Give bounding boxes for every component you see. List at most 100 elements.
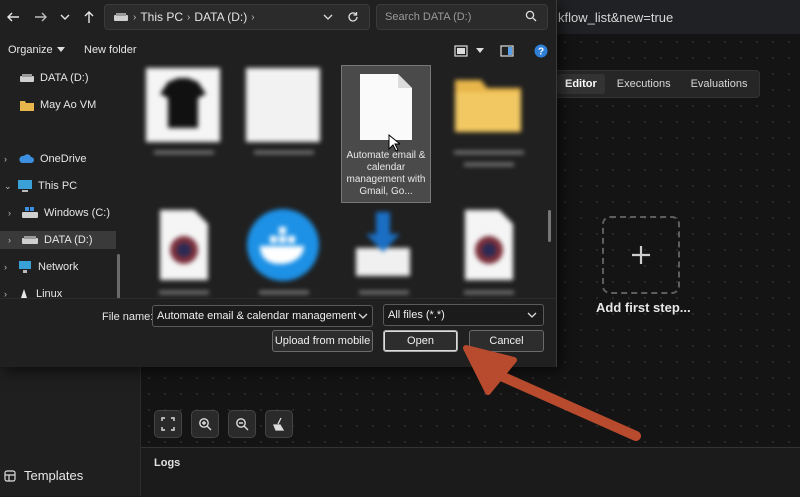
- network-icon: [19, 261, 31, 273]
- nav-item-windows-c[interactable]: › Windows (C:): [8, 204, 110, 222]
- file-name-input[interactable]: [153, 309, 359, 323]
- organize-menu[interactable]: Organize: [8, 44, 65, 56]
- sidebar-item-templates[interactable]: Templates: [0, 468, 83, 483]
- chevron-down-icon[interactable]: ⌄: [4, 181, 12, 192]
- nav-item-linux[interactable]: › Linux: [4, 285, 62, 298]
- templates-icon: [4, 469, 16, 482]
- help-icon[interactable]: ?: [534, 44, 548, 58]
- nav-scrollbar[interactable]: [117, 254, 120, 298]
- chevron-right-icon[interactable]: ›: [8, 208, 16, 218]
- workflow-tabs: Editor Executions Evaluations: [552, 70, 761, 98]
- logs-panel[interactable]: [141, 447, 800, 497]
- refresh-icon[interactable]: [347, 11, 359, 23]
- up-button[interactable]: [78, 6, 100, 28]
- installer-icon: [356, 212, 410, 276]
- file-label-blurred: ▬▬▬▬▬▬▬ ▬▬▬▬▬: [454, 146, 524, 169]
- nav-item-label: OneDrive: [40, 153, 87, 165]
- tab-executions[interactable]: Executions: [609, 74, 679, 94]
- fit-view-button[interactable]: [154, 410, 182, 438]
- nav-item-label: DATA (D:): [40, 72, 89, 84]
- chevron-down-icon[interactable]: [358, 311, 368, 321]
- nav-item-may-ao-vm[interactable]: May Ao VM: [20, 96, 96, 114]
- file-grid-scrollbar[interactable]: [548, 210, 551, 242]
- nav-item-label: Windows (C:): [44, 207, 111, 219]
- chevron-down-icon: [527, 312, 537, 318]
- search-input[interactable]: [383, 8, 521, 26]
- back-button[interactable]: [2, 6, 24, 28]
- file-name-label: File name:: [102, 311, 154, 323]
- selected-file-label: Automate email & calendar management wit…: [346, 150, 426, 197]
- computer-icon: [18, 180, 32, 192]
- caret-down-icon[interactable]: [476, 48, 484, 54]
- file-name-field[interactable]: [152, 305, 373, 327]
- nav-item-network[interactable]: › Network: [4, 258, 78, 276]
- nav-item-this-pc[interactable]: ⌄ This PC: [4, 177, 77, 195]
- new-folder-button[interactable]: New folder: [84, 44, 137, 56]
- nav-item-label: Linux: [36, 288, 63, 298]
- selected-file-tile[interactable]: Automate email & calendar management wit…: [341, 65, 431, 203]
- tab-editor[interactable]: Editor: [557, 74, 605, 94]
- breadcrumb-data-drive[interactable]: DATA (D:): [194, 10, 247, 24]
- file-label-blurred: ▬▬▬▬▬▬: [154, 146, 214, 157]
- recent-locations-button[interactable]: [54, 6, 76, 28]
- video-file-icon: [465, 210, 513, 280]
- nav-item-data-d[interactable]: › DATA (D:): [0, 231, 116, 249]
- linux-icon: [21, 289, 27, 298]
- cancel-button[interactable]: Cancel: [469, 330, 544, 352]
- file-label-blurred: ▬▬▬▬▬: [359, 286, 409, 297]
- file-label-blurred: ▬▬▬▬▬▬: [254, 146, 314, 157]
- zoom-out-button[interactable]: [228, 410, 256, 438]
- docker-icon: [247, 209, 319, 281]
- file-label-blurred: ▬▬▬▬▬: [259, 286, 309, 297]
- templates-label: Templates: [24, 468, 84, 483]
- browser-url-text[interactable]: kflow_list&new=true: [558, 10, 673, 25]
- svg-text:?: ?: [538, 47, 544, 58]
- forward-button[interactable]: [30, 6, 52, 28]
- breadcrumb-separator-icon: ›: [187, 11, 191, 23]
- nav-item-data-quick[interactable]: DATA (D:): [20, 69, 88, 87]
- nav-item-label: May Ao VM: [40, 99, 97, 111]
- caret-down-icon: [56, 47, 65, 52]
- document-icon: [360, 74, 412, 140]
- add-first-step-label: Add first step...: [596, 300, 691, 315]
- dialog-nav-bar: › This PC › DATA (D:) ›: [0, 0, 556, 34]
- arrow-right-icon: [35, 12, 47, 22]
- tshirt-thumbnail: [146, 68, 220, 142]
- search-icon: [525, 10, 537, 22]
- nav-item-label: Network: [38, 261, 79, 273]
- file-type-select[interactable]: All files (*.*): [383, 304, 544, 326]
- tidy-up-button[interactable]: [265, 410, 293, 438]
- nav-item-label: DATA (D:): [44, 234, 93, 246]
- search-field[interactable]: [376, 4, 548, 30]
- logs-label: Logs: [154, 457, 181, 469]
- broom-icon: [273, 417, 285, 431]
- canvas-toolbar: [154, 410, 293, 438]
- open-button[interactable]: Open: [383, 330, 458, 352]
- chevron-right-icon[interactable]: ›: [4, 289, 12, 298]
- chevron-right-icon[interactable]: ›: [4, 262, 12, 272]
- chevron-right-icon[interactable]: ›: [4, 154, 12, 164]
- zoom-out-icon: [236, 418, 249, 431]
- file-grid: ▬▬▬▬▬▬ ▬▬▬▬▬▬ Automate email & calendar …: [140, 64, 550, 298]
- address-dropdown-icon[interactable]: [323, 12, 333, 22]
- preview-pane-icon[interactable]: [500, 45, 514, 57]
- chevron-right-icon[interactable]: ›: [8, 235, 16, 245]
- address-bar[interactable]: › This PC › DATA (D:) ›: [104, 4, 370, 30]
- add-first-step-button[interactable]: [602, 216, 680, 294]
- breadcrumb-this-pc[interactable]: This PC: [140, 10, 183, 24]
- chevron-down-icon: [60, 14, 70, 20]
- zoom-in-icon: [199, 418, 212, 431]
- view-mode-icon[interactable]: [454, 45, 468, 57]
- drive-icon: [114, 13, 128, 21]
- upload-from-mobile-button[interactable]: Upload from mobile: [272, 330, 373, 352]
- zoom-in-button[interactable]: [191, 410, 219, 438]
- file-label-blurred: ▬▬▬▬▬: [159, 286, 209, 297]
- breadcrumb-separator-icon: ›: [251, 11, 255, 23]
- cloud-icon: [19, 154, 34, 163]
- file-type-value: All files (*.*): [388, 309, 445, 321]
- image-thumbnail: [246, 68, 320, 142]
- video-file-icon: [160, 210, 208, 280]
- tab-evaluations[interactable]: Evaluations: [683, 74, 756, 94]
- nav-item-onedrive[interactable]: › OneDrive: [4, 150, 86, 168]
- windows-drive-icon: [22, 207, 38, 218]
